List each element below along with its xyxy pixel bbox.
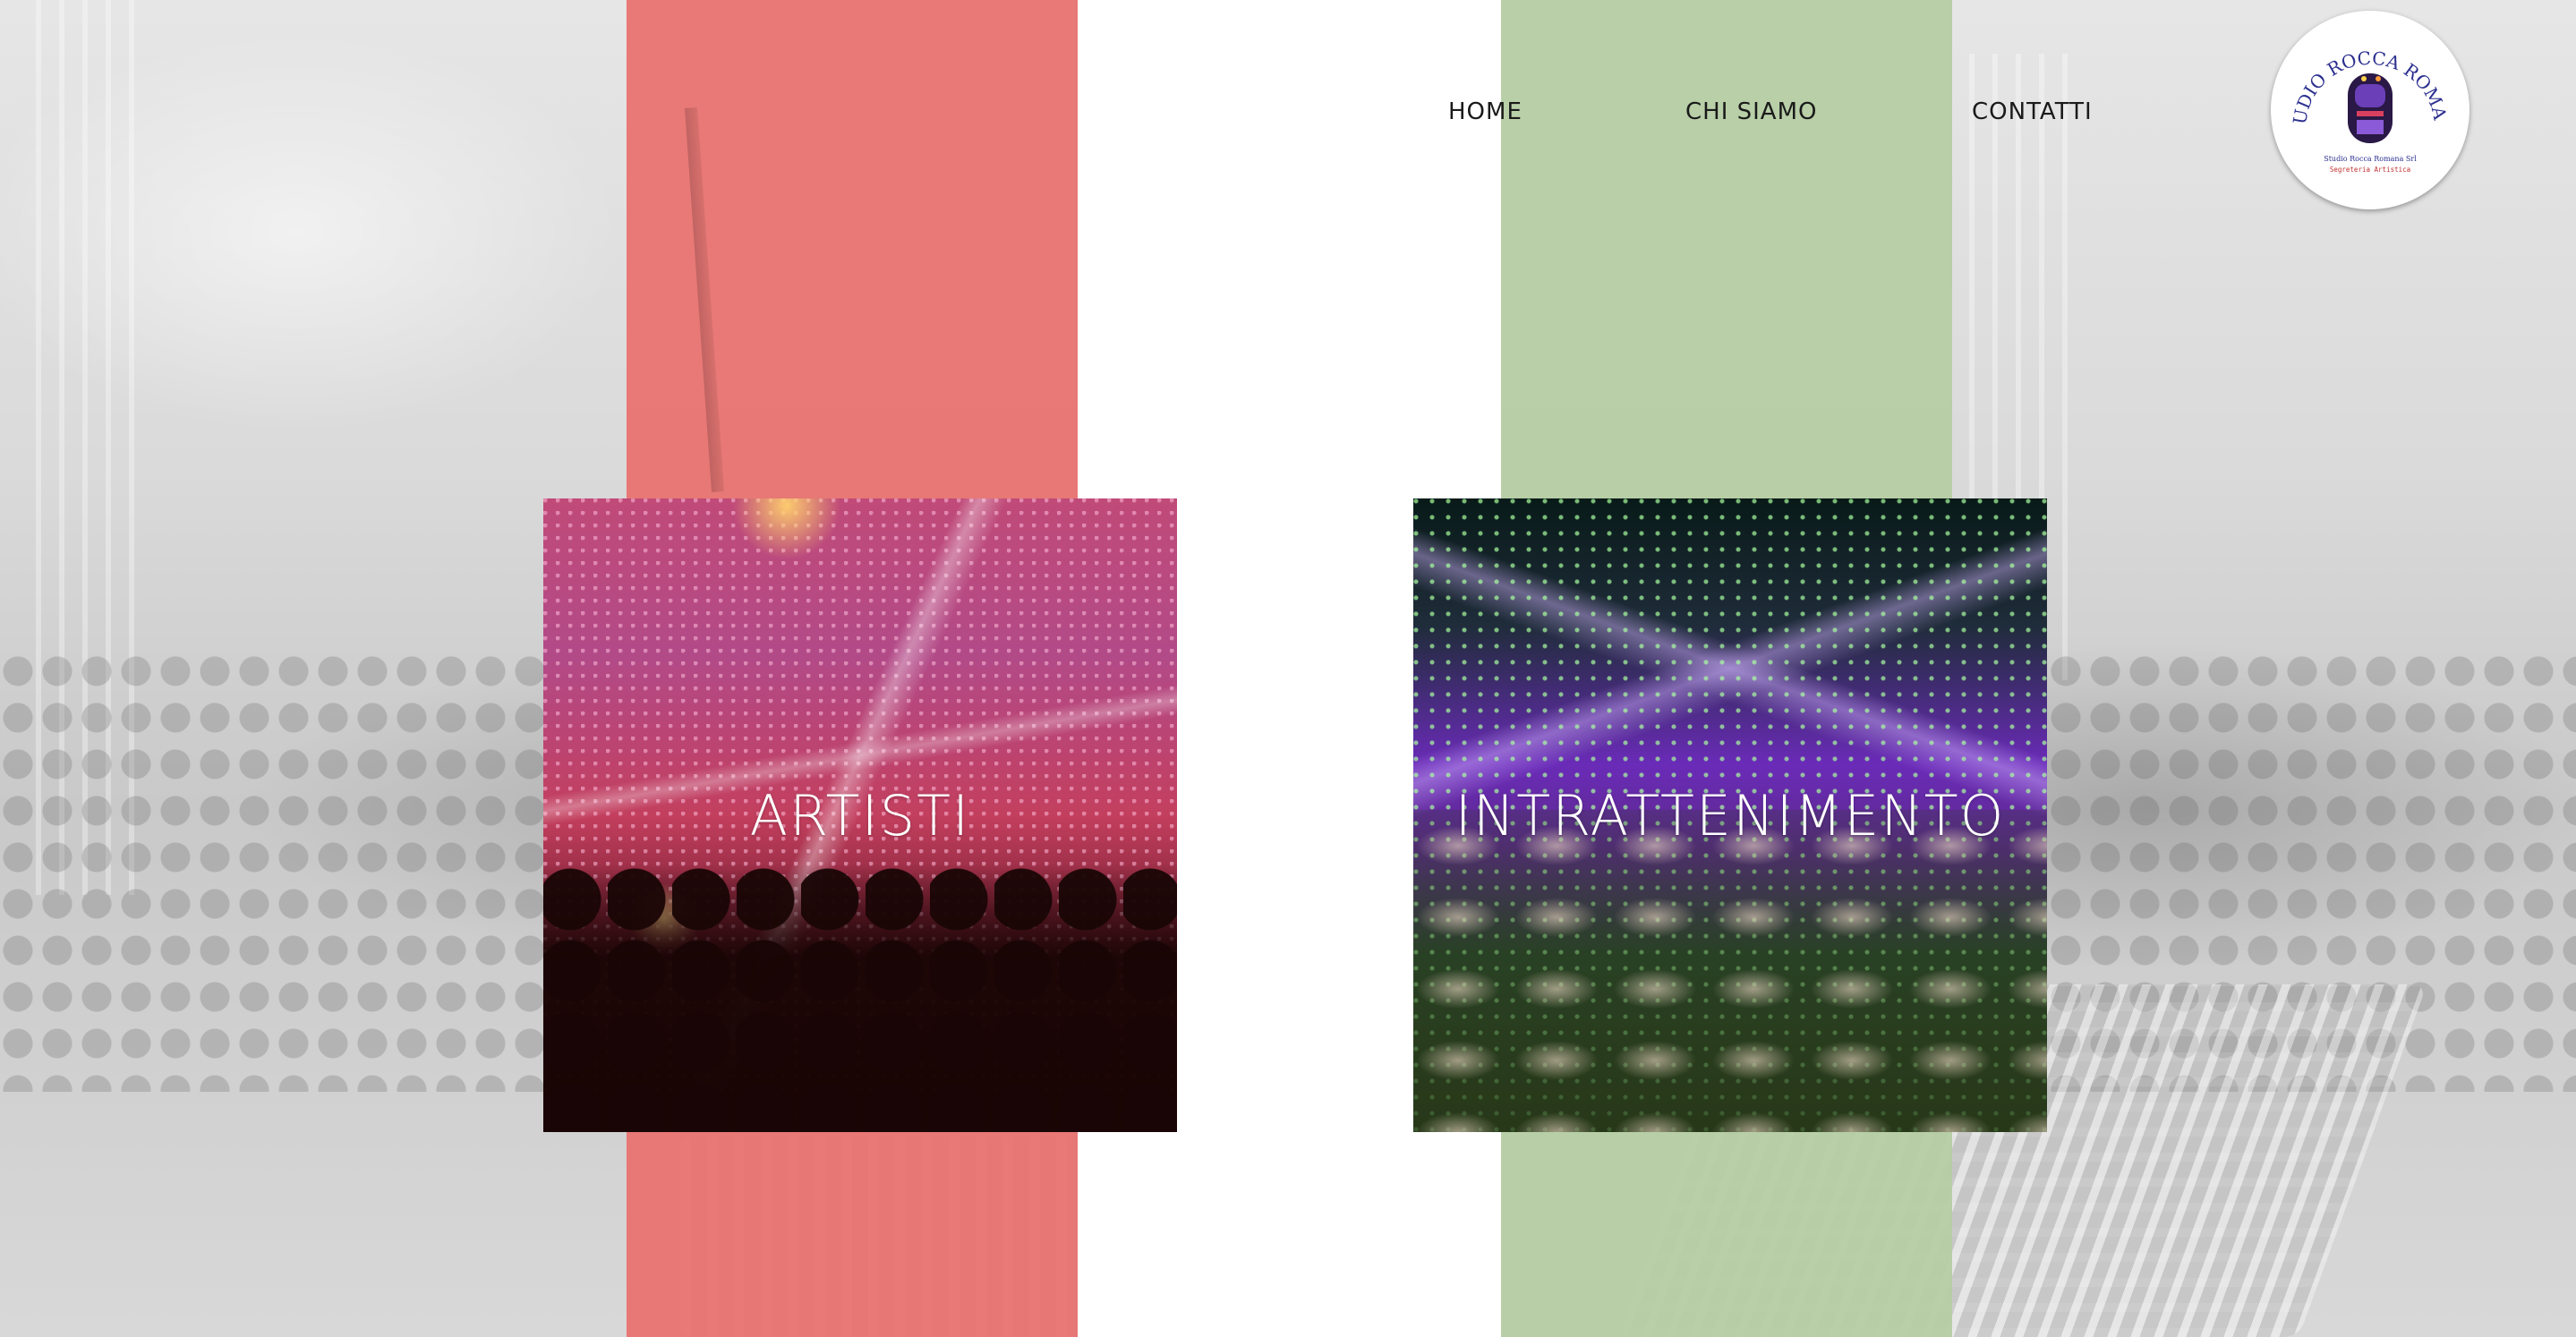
nav-link-home[interactable]: HOME xyxy=(1448,98,1523,125)
jukebox-icon xyxy=(2348,73,2393,143)
nav-link-chi-siamo[interactable]: CHI SIAMO xyxy=(1685,98,1818,125)
nav-link-contatti[interactable]: CONTATTI xyxy=(1972,98,2093,125)
card-artisti[interactable]: ARTISTI xyxy=(543,498,1177,1132)
logo-company-name: Studio Rocca Romana Srl xyxy=(2324,155,2417,163)
event-venue-image xyxy=(1413,810,2047,1132)
main-navigation: HOME CHI SIAMO CONTATTI xyxy=(0,98,2576,134)
card-intrattenimento[interactable]: INTRATTENIMENTO xyxy=(1413,498,2047,1132)
logo-graphic: STUDIO ROCCA ROMANA Studio Rocca Romana … xyxy=(2271,11,2451,174)
card-intrattenimento-label: INTRATTENIMENTO xyxy=(1454,782,2006,848)
card-artisti-label: ARTISTI xyxy=(749,782,971,848)
site-logo[interactable]: STUDIO ROCCA ROMANA Studio Rocca Romana … xyxy=(2271,11,2469,209)
logo-tagline: Segreteria Artistica xyxy=(2330,166,2410,174)
concert-crowd-image xyxy=(543,864,1177,1132)
